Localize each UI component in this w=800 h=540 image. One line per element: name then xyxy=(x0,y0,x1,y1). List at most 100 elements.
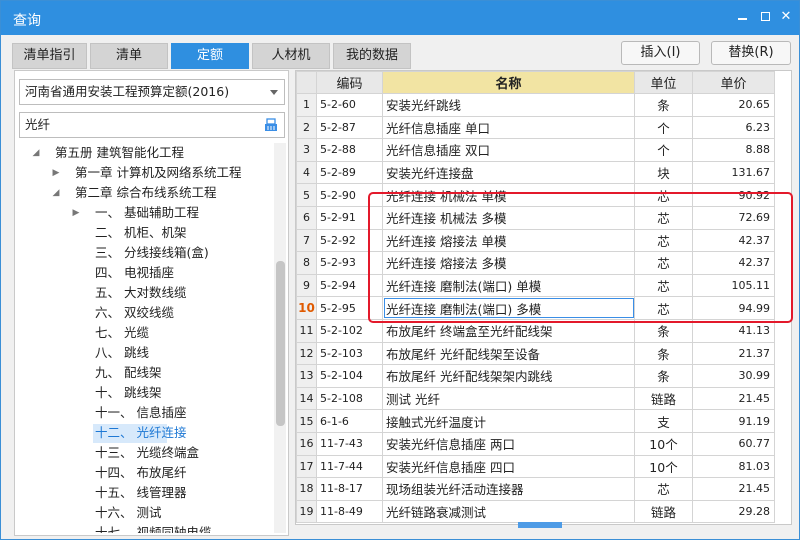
cell-price[interactable]: 131.67 xyxy=(692,160,775,185)
row-number[interactable]: 15 xyxy=(296,409,317,433)
cell-price[interactable]: 81.03 xyxy=(692,454,775,479)
cell-unit[interactable]: 芯 xyxy=(634,228,693,253)
cell-price[interactable]: 41.13 xyxy=(692,318,775,343)
tree-item[interactable]: 三、 分线接线箱(盒) xyxy=(15,243,273,263)
table-row[interactable]: 5 5-2-90 光纤连接 机械法 单模芯 90.92 xyxy=(296,183,775,207)
cell-name[interactable]: 光纤连接 机械法 多模 xyxy=(382,205,635,230)
tree-item[interactable]: 十六、 测试 xyxy=(15,503,273,523)
cell-name[interactable]: 光纤链路衰减测试 xyxy=(382,499,635,524)
table-row[interactable]: 14 5-2-108 测试 光纤 链路 21.45 xyxy=(296,386,775,411)
tab-list-guide[interactable]: 清单指引 xyxy=(12,43,87,69)
search-input[interactable]: 光纤 xyxy=(19,112,285,138)
header-price[interactable]: 单价 xyxy=(692,71,775,94)
tree-item[interactable]: 十三、 光缆终端盒 xyxy=(15,443,273,463)
cell-code[interactable]: 5-2-60 xyxy=(316,93,383,117)
cell-name[interactable]: 光纤信息插座 双口 xyxy=(382,138,635,162)
cell-name[interactable]: 布放尾纤 光纤配线架架内跳线 xyxy=(382,364,635,388)
table-row[interactable]: 2 5-2-87 光纤信息插座 单口个 6.23 xyxy=(296,115,775,140)
tree-item[interactable]: ▶ 第一章 计算机及网络系统工程 xyxy=(15,163,273,183)
cell-price[interactable]: 21.45 xyxy=(692,477,775,501)
row-number[interactable]: 18 xyxy=(296,477,317,501)
cell-name[interactable]: 安装光纤信息插座 四口 xyxy=(382,454,635,479)
table-row[interactable]: 6 5-2-91 光纤连接 机械法 多模芯 72.69 xyxy=(296,205,775,230)
tree-item[interactable]: 十七、 视频同轴电缆 xyxy=(15,523,273,533)
cell-name[interactable]: 光纤连接 熔接法 多模 xyxy=(382,251,635,275)
table-row[interactable]: 3 5-2-88 光纤信息插座 双口个 8.88 xyxy=(296,138,775,162)
replace-button[interactable]: 替换(R) xyxy=(711,41,791,65)
table-row[interactable]: 9 5-2-94 光纤连接 磨制法(端口) 单模芯 105.11 xyxy=(296,273,775,298)
cell-code[interactable]: 5-2-89 xyxy=(316,160,383,185)
caret-right-icon[interactable]: ▶ xyxy=(51,163,61,183)
cell-price[interactable]: 21.37 xyxy=(692,341,775,366)
cell-name[interactable]: 光纤连接 熔接法 单模 xyxy=(382,228,635,253)
row-number[interactable]: 11 xyxy=(296,318,317,343)
close-icon[interactable]: ✕ xyxy=(778,9,794,25)
row-number[interactable]: 12 xyxy=(296,341,317,366)
row-number[interactable]: 6 xyxy=(296,205,317,230)
cell-unit[interactable]: 块 xyxy=(634,160,693,185)
table-row[interactable]: 7 5-2-92 光纤连接 熔接法 单模芯 42.37 xyxy=(296,228,775,253)
grid-scroll-indicator[interactable] xyxy=(518,522,562,528)
cell-code[interactable]: 5-2-90 xyxy=(316,183,383,207)
tree-item[interactable]: 十、 跳线架 xyxy=(15,383,273,403)
cell-name[interactable]: 布放尾纤 终端盒至光纤配线架 xyxy=(382,318,635,343)
caret-right-icon[interactable]: ▶ xyxy=(71,203,81,223)
cell-name[interactable]: 光纤连接 磨制法(端口) 单模 xyxy=(382,273,635,298)
row-number[interactable]: 5 xyxy=(296,183,317,207)
cell-price[interactable]: 91.19 xyxy=(692,409,775,433)
cell-price[interactable]: 20.65 xyxy=(692,93,775,117)
table-row[interactable]: 15 6-1-6 接触式光纤温度计支 91.19 xyxy=(296,409,775,433)
tree-item[interactable]: 十四、 布放尾纤 xyxy=(15,463,273,483)
cell-unit[interactable]: 芯 xyxy=(634,477,693,501)
cell-name[interactable]: 光纤连接 磨制法(端口) 多模 xyxy=(382,296,635,320)
tab-list[interactable]: 清单 xyxy=(90,43,168,69)
cell-unit[interactable]: 支 xyxy=(634,409,693,433)
cell-unit[interactable]: 个 xyxy=(634,138,693,162)
tab-quota[interactable]: 定额 xyxy=(171,43,249,69)
eraser-icon[interactable] xyxy=(264,118,278,132)
tree-item[interactable]: ◢ 第五册 建筑智能化工程 xyxy=(15,143,273,163)
tree-item[interactable]: ◢ 第二章 综合布线系统工程 xyxy=(15,183,273,203)
cell-unit[interactable]: 芯 xyxy=(634,296,693,320)
cell-price[interactable]: 30.99 xyxy=(692,364,775,388)
insert-button[interactable]: 插入(I) xyxy=(621,41,700,65)
cell-name[interactable]: 光纤信息插座 单口 xyxy=(382,115,635,140)
row-number[interactable]: 4 xyxy=(296,160,317,185)
cell-price[interactable]: 21.45 xyxy=(692,386,775,411)
tree-scrollbar-thumb[interactable] xyxy=(276,261,285,426)
cell-unit[interactable]: 芯 xyxy=(634,251,693,275)
tree-item[interactable]: 十五、 线管理器 xyxy=(15,483,273,503)
cell-name[interactable]: 接触式光纤温度计 xyxy=(382,409,635,433)
tree-item[interactable]: 十一、 信息插座 xyxy=(15,403,273,423)
table-row[interactable]: 10 5-2-95 光纤连接 磨制法(端口) 多模芯 94.99 xyxy=(296,296,775,320)
table-row[interactable]: 19 11-8-49 光纤链路衰减测试 链路 29.28 xyxy=(296,499,775,524)
tree-item[interactable]: 九、 配线架 xyxy=(15,363,273,383)
table-row[interactable]: 8 5-2-93 光纤连接 熔接法 多模芯 42.37 xyxy=(296,251,775,275)
table-row[interactable]: 16 11-7-43 安装光纤信息插座 两口 10个 60.77 xyxy=(296,431,775,456)
row-number[interactable]: 3 xyxy=(296,138,317,162)
cell-code[interactable]: 5-2-104 xyxy=(316,364,383,388)
tree-item[interactable]: ▶ 一、 基础辅助工程 xyxy=(15,203,273,223)
tree-item[interactable]: 七、 光缆 xyxy=(15,323,273,343)
caret-down-icon[interactable]: ◢ xyxy=(31,143,41,163)
tree-scrollbar[interactable] xyxy=(274,143,286,533)
library-select[interactable]: 河南省通用安装工程预算定额(2016) xyxy=(19,79,285,105)
cell-unit[interactable]: 芯 xyxy=(634,205,693,230)
cell-code[interactable]: 5-2-88 xyxy=(316,138,383,162)
cell-name[interactable]: 光纤连接 机械法 单模 xyxy=(382,183,635,207)
cell-price[interactable]: 42.37 xyxy=(692,228,775,253)
cell-code[interactable]: 5-2-87 xyxy=(316,115,383,140)
cell-code[interactable]: 5-2-93 xyxy=(316,251,383,275)
row-number[interactable]: 9 xyxy=(296,273,317,298)
row-number[interactable]: 17 xyxy=(296,454,317,479)
tree-item[interactable]: 八、 跳线 xyxy=(15,343,273,363)
row-number[interactable]: 19 xyxy=(296,499,317,524)
cell-code[interactable]: 11-7-43 xyxy=(316,431,383,456)
cell-unit[interactable]: 链路 xyxy=(634,386,693,411)
table-row[interactable]: 18 11-8-17 现场组装光纤活动连接器芯 21.45 xyxy=(296,477,775,501)
cell-name[interactable]: 安装光纤跳线 xyxy=(382,93,635,117)
table-row[interactable]: 11 5-2-102 布放尾纤 终端盒至光纤配线架条 41.13 xyxy=(296,318,775,343)
cell-code[interactable]: 5-2-108 xyxy=(316,386,383,411)
tree-item[interactable]: 六、 双绞线缆 xyxy=(15,303,273,323)
header-code[interactable]: 编码 xyxy=(316,71,383,94)
